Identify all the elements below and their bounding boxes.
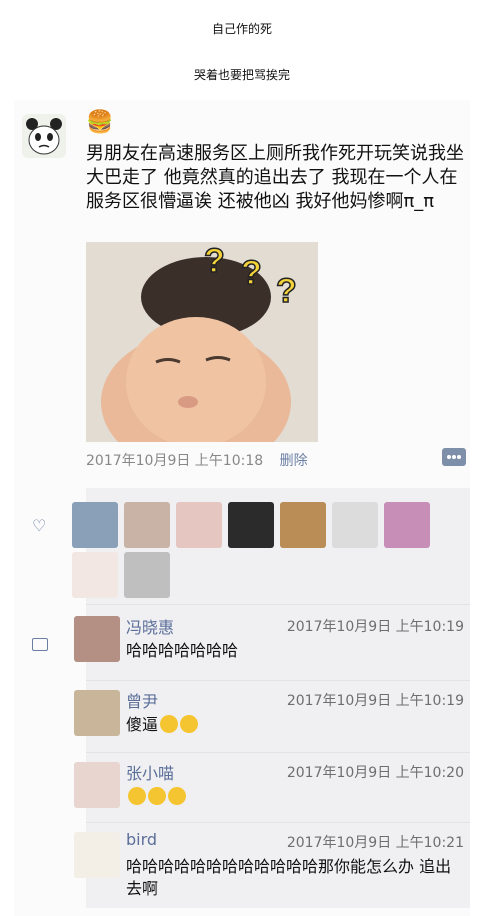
comment-time: 2017年10月9日 上午10:20 xyxy=(286,765,464,781)
commenter-name[interactable]: 张小喵 xyxy=(126,760,174,784)
caption-title: 自己作的死 xyxy=(211,22,272,36)
commenter-avatar[interactable] xyxy=(74,832,120,878)
like-avatar[interactable] xyxy=(176,502,222,548)
dot-icon xyxy=(447,455,451,459)
comment-text: 哈哈哈哈哈哈哈 xyxy=(126,641,239,660)
author-avatar[interactable] xyxy=(22,114,66,158)
post-text: 男朋友在高速服务区上厕所我作死开玩笑说我坐大巴走了 他竟然真的追出去了 我现在一… xyxy=(86,143,464,212)
likes-comments-panel: ♡ 冯晓惠 2017年10月9日 上午10:19 哈哈哈哈哈哈哈 曾尹 2017… xyxy=(32,488,470,908)
comment-time: 2017年10月9日 上午10:19 xyxy=(286,619,464,635)
comment-icon xyxy=(32,638,48,651)
confused-baby-image: ? ? ? xyxy=(86,242,318,442)
divider xyxy=(86,680,470,681)
laughing-emoji-icon xyxy=(168,787,186,805)
post-meta: 2017年10月9日 上午10:18 删除 xyxy=(86,450,308,470)
comment-text-content: 傻逼 xyxy=(126,715,159,734)
moments-post: 🍔 男朋友在高速服务区上厕所我作死开玩笑说我坐大巴走了 他竟然真的追出去了 我现… xyxy=(14,100,470,916)
like-avatar[interactable] xyxy=(72,552,118,598)
like-avatar[interactable] xyxy=(124,552,170,598)
comment-item: 曾尹 2017年10月9日 上午10:19 傻逼 xyxy=(74,686,470,748)
comment-text xyxy=(126,786,462,808)
laughing-emoji-icon xyxy=(128,787,146,805)
dot-icon xyxy=(452,455,456,459)
svg-text:?: ? xyxy=(276,272,297,310)
divider xyxy=(86,822,470,823)
smiling-emoji-icon xyxy=(160,715,179,733)
hamburger-emoji: 🍔 xyxy=(86,110,114,135)
comment-text: 傻逼 xyxy=(126,714,462,736)
svg-text:?: ? xyxy=(241,254,262,292)
comment-time: 2017年10月9日 上午10:21 xyxy=(286,835,464,851)
comment-item: 张小喵 2017年10月9日 上午10:20 xyxy=(74,758,470,820)
like-avatar[interactable] xyxy=(280,502,326,548)
comment-item: bird 2017年10月9日 上午10:21 哈哈哈哈哈哈哈哈哈哈哈哈那你能怎… xyxy=(74,828,470,908)
commenter-avatar[interactable] xyxy=(74,690,120,736)
like-avatar[interactable] xyxy=(332,502,378,548)
like-avatar[interactable] xyxy=(228,502,274,548)
comment-text: 哈哈哈哈哈哈哈哈哈哈哈哈那你能怎么办 追出去啊 xyxy=(126,857,452,898)
commenter-name[interactable]: 冯晓惠 xyxy=(126,614,174,638)
commenter-name[interactable]: 曾尹 xyxy=(126,688,158,712)
like-avatar[interactable] xyxy=(384,502,430,548)
caption-subtitle: 哭着也要把骂挨完 xyxy=(193,68,290,82)
svg-text:?: ? xyxy=(204,242,225,280)
laughing-emoji-icon xyxy=(148,787,166,805)
commenter-avatar[interactable] xyxy=(74,762,120,808)
divider xyxy=(86,604,470,605)
comment-action-button[interactable] xyxy=(442,448,466,466)
delete-link[interactable]: 删除 xyxy=(280,453,308,469)
smiling-emoji-icon xyxy=(180,715,199,733)
comment-time: 2017年10月9日 上午10:19 xyxy=(286,693,464,709)
dot-icon xyxy=(457,455,461,459)
comment-item: 冯晓惠 2017年10月9日 上午10:19 哈哈哈哈哈哈哈 xyxy=(74,612,470,674)
divider xyxy=(86,752,470,753)
heart-icon: ♡ xyxy=(32,516,47,535)
like-avatar[interactable] xyxy=(124,502,170,548)
post-timestamp: 2017年10月9日 上午10:18 xyxy=(86,453,264,469)
like-avatar[interactable] xyxy=(72,502,118,548)
commenter-avatar[interactable] xyxy=(74,616,120,662)
post-image[interactable]: ? ? ? xyxy=(86,242,318,442)
commenter-name[interactable]: bird xyxy=(126,830,157,849)
panda-face-icon xyxy=(22,114,66,158)
